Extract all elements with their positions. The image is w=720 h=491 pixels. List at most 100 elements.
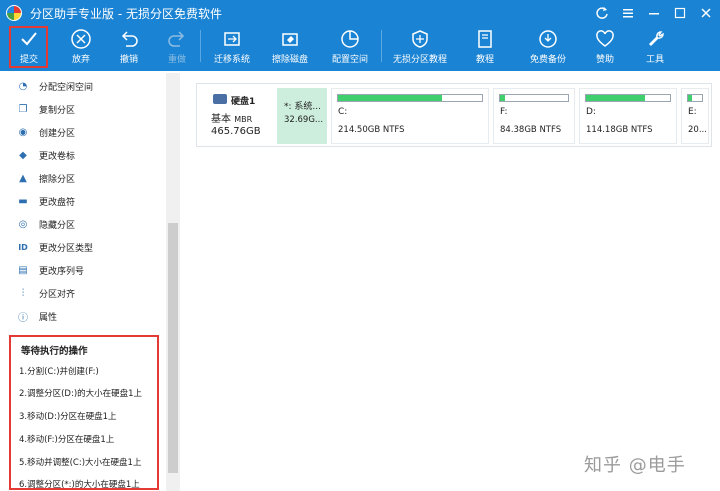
erase-disk-label: 擦除磁盘 [271,55,308,65]
letter-icon: ▬ [18,195,28,207]
window-controls [592,3,716,23]
toolbar-separator [200,30,201,62]
sidebar-item-wipe-partition[interactable]: ▲ 擦除分区 [17,168,75,188]
disk-info[interactable]: 硬盘1 基本 MBR 465.76GB [197,84,275,146]
create-icon: ◉ [18,126,28,138]
pending-op-item[interactable]: 1.分割(C:)并创建(F:) [19,365,99,377]
disk-scheme: MBR [234,115,253,124]
pending-operations-panel: 等待执行的操作 1.分割(C:)并创建(F:) 2.调整分区(D:)的大小在硬盘… [9,335,159,490]
align-icon: ⫶ [21,287,25,299]
main-area: ◔ 分配空闲空间 ❐ 复制分区 ◉ 创建分区 ◆ 更改卷标 ▲ 擦除分区 ▬ 更… [0,70,720,491]
sidebar-scrollbar[interactable] [166,73,180,491]
pending-op-item[interactable]: 5.移动并调整(C:)大小在硬盘1上 [19,456,141,468]
partition-usage-bar [687,94,703,102]
undo-button[interactable]: 撤销 [114,26,144,66]
sidebar-item-label: 擦除分区 [39,174,76,185]
maximize-icon[interactable] [670,3,690,23]
sidebar-item-copy-partition[interactable]: ❐ 复制分区 [17,99,76,119]
sidebar-item-label: 分区对齐 [39,289,76,300]
partition-d[interactable]: D: 114.18GB NTFS [579,88,677,144]
migrate-system-label: 迁移系统 [213,55,250,65]
partition-detail: 114.18GB NTFS [586,125,653,135]
allocate-space-label: 配置空间 [331,55,368,65]
partition-c[interactable]: C: 214.50GB NTFS [331,88,489,144]
sidebar-item-hide-partition[interactable]: ◎ 隐藏分区 [17,214,75,234]
partition-usage-bar [337,94,483,102]
backup-icon [539,30,557,48]
disk-name: 硬盘1 [231,97,256,107]
sidebar-item-label: 更改卷标 [39,151,76,162]
watermark-text: 知乎 @电手 [584,455,686,476]
sidebar-item-change-type[interactable]: ID 更改分区类型 [17,237,93,257]
sidebar-item-change-label[interactable]: ◆ 更改卷标 [17,145,75,165]
allocate-icon [341,30,359,48]
sidebar-item-align-partition[interactable]: ⫶ 分区对齐 [17,283,75,303]
toolbar-separator [381,30,382,62]
sidebar-item-change-letter[interactable]: ▬ 更改盘符 [17,191,75,211]
toolbar: 提交 放弃 撤销 重做 迁移系统 擦除磁盘 配置空间 无损分区教程 教程 免费备… [0,26,720,70]
tutorial-lossless-button[interactable]: 无损分区教程 [390,26,450,66]
discard-button[interactable]: 放弃 [66,26,96,66]
id-icon: ID [18,242,28,252]
partition-name: C: [338,107,348,117]
partition-detail: 84.38GB NTFS [500,125,562,135]
sponsor-label: 赞助 [595,55,614,65]
partition-usage-fill [688,95,693,101]
sponsor-button[interactable]: 赞助 [590,26,620,66]
redo-icon [168,31,185,47]
allocate-space-button[interactable]: 配置空间 [327,26,373,66]
discard-label: 放弃 [71,55,90,65]
partition-name: F: [500,107,508,117]
migrate-icon [224,32,240,46]
migrate-system-button[interactable]: 迁移系统 [209,26,255,66]
free-backup-label: 免费备份 [529,55,566,65]
refresh-icon[interactable] [592,3,612,23]
sidebar-item-properties[interactable]: ⓘ 属性 [17,306,57,326]
tutorial-label: 教程 [475,55,494,65]
partition-e[interactable]: E: 20... [681,88,709,144]
erase-disk-button[interactable]: 擦除磁盘 [267,26,313,66]
disk-type: 基本 MBR [211,110,252,125]
partition-system[interactable]: *: 系统... 32.69G... [277,88,327,144]
erase-icon [282,33,298,46]
menu-icon[interactable] [618,3,638,23]
disk-kind: 基本 [211,114,231,125]
hard-disk-icon [213,94,227,104]
pending-op-item[interactable]: 6.调整分区(*:)的大小在硬盘1上 [19,478,140,490]
disk-row[interactable]: 硬盘1 基本 MBR 465.76GB *: 系统... 32.69G... C… [196,83,712,147]
tutorial-button[interactable]: 教程 [470,26,500,66]
scrollbar-thumb[interactable] [168,223,178,473]
pending-op-item[interactable]: 2.调整分区(D:)的大小在硬盘1上 [19,387,142,399]
disk-size: 465.76GB [211,126,261,137]
submit-highlight-box [9,26,48,68]
pending-op-item[interactable]: 3.移动(D:)分区在硬盘1上 [19,410,117,422]
sidebar-item-label: 创建分区 [39,128,76,139]
info-icon: ⓘ [18,312,28,324]
partition-f[interactable]: F: 84.38GB NTFS [493,88,575,144]
title-bar: 分区助手专业版 - 无损分区免费软件 [0,0,720,26]
wrench-icon [649,31,664,46]
sidebar-item-allocate-free-space[interactable]: ◔ 分配空闲空间 [17,76,93,96]
undo-icon [121,31,138,47]
shield-icon [412,30,428,48]
pending-op-item[interactable]: 4.移动(F:)分区在硬盘1上 [19,433,114,445]
sidebar-item-change-serial[interactable]: ▤ 更改序列号 [17,260,84,280]
partition-detail: 214.50GB NTFS [338,125,405,135]
redo-button[interactable]: 重做 [162,26,192,66]
wipe-icon: ▲ [19,172,27,184]
partition-usage-bar [499,94,569,102]
close-icon[interactable] [696,3,716,23]
tools-button[interactable]: 工具 [640,26,670,66]
allocate-icon: ◔ [18,80,28,92]
partition-usage-fill [586,95,645,101]
partition-name: E: [688,107,697,117]
partition-usage-fill [500,95,506,101]
sidebar-item-label: 隐藏分区 [39,220,76,231]
minimize-icon[interactable] [644,3,664,23]
sidebar-item-label: 更改分区类型 [39,243,94,254]
partition-name: *: 系统... [284,102,321,112]
sidebar: ◔ 分配空闲空间 ❐ 复制分区 ◉ 创建分区 ◆ 更改卷标 ▲ 擦除分区 ▬ 更… [3,73,180,491]
sidebar-item-label: 更改序列号 [39,266,85,277]
free-backup-button[interactable]: 免费备份 [526,26,570,66]
sidebar-item-create-partition[interactable]: ◉ 创建分区 [17,122,75,142]
